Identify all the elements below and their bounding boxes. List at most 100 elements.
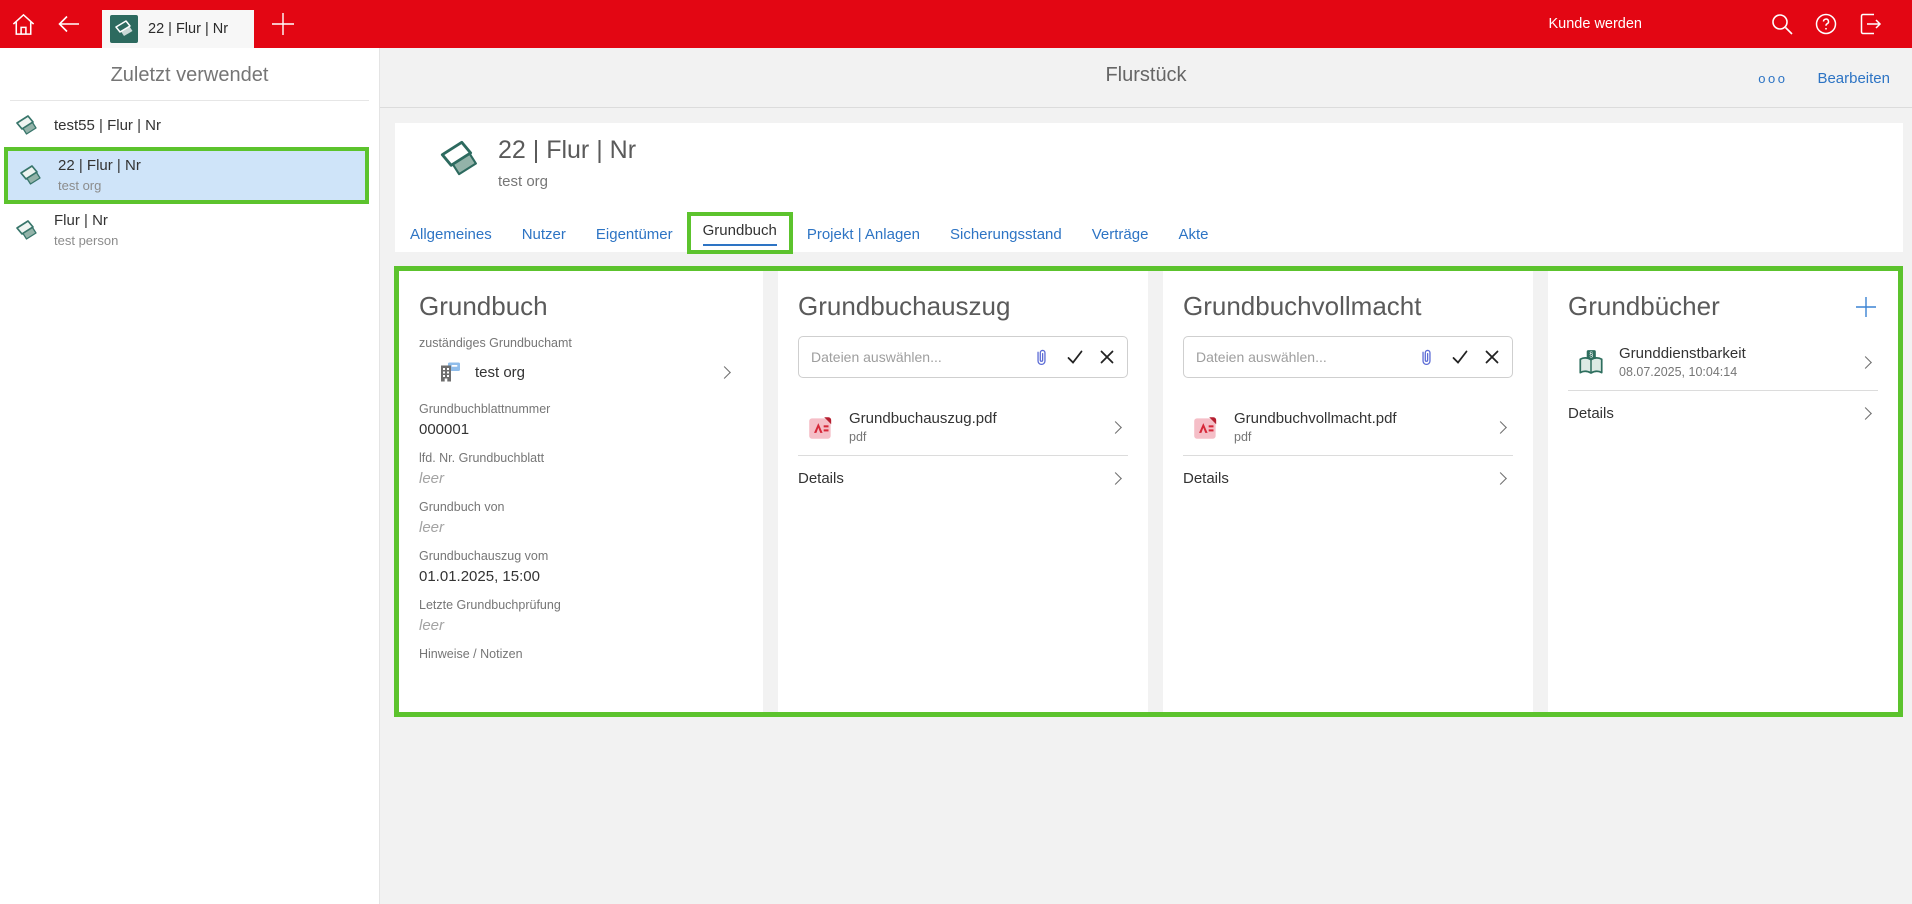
grunddienstbarkeit-row[interactable]: § Grunddienstbarkeit 08.07.2025, 10:04:1…: [1568, 337, 1878, 390]
tab-nutzer[interactable]: Nutzer: [522, 226, 566, 243]
grundbuchvollmacht-panel: Grundbuchvollmacht Dateien auswählen... …: [1163, 271, 1533, 712]
page-title: Flurstück: [1105, 64, 1187, 86]
grundbuch-panel-title: Grundbuch: [419, 291, 548, 321]
tab-akte[interactable]: Akte: [1178, 226, 1208, 243]
chevron-right-icon: [1859, 356, 1872, 369]
edit-button[interactable]: Bearbeiten: [1817, 70, 1890, 87]
grundbuecher-details-link[interactable]: Details: [1568, 391, 1878, 434]
organisation-icon: [441, 362, 460, 382]
check-icon: [1067, 350, 1083, 364]
field-grundbuchauszug-vom: Grundbuchauszug vom 01.01.2025, 15:00: [419, 549, 743, 585]
field-grundbuchblattnummer: Grundbuchblattnummer 000001: [419, 402, 743, 438]
help-button[interactable]: [1804, 0, 1848, 48]
annotation-box-grundbuch-tab-content: Grundbuch zuständiges Grundbuchamt test …: [394, 266, 1903, 717]
tab-vertraege[interactable]: Verträge: [1092, 226, 1149, 243]
grundbuchvollmacht-details-link[interactable]: Details: [1183, 456, 1513, 499]
logout-button[interactable]: [1848, 0, 1892, 48]
chevron-right-icon: [718, 365, 731, 379]
open-record-tab[interactable]: 22 | Flur | Nr: [102, 10, 255, 48]
record-subtitle: test org: [498, 172, 549, 190]
clear-icon: [1100, 350, 1114, 364]
file-select-input[interactable]: [811, 349, 1017, 365]
grundbuch-book-icon: §: [1579, 349, 1603, 374]
grundbuch-item-timestamp: 08.07.2025, 10:04:14: [1619, 365, 1738, 379]
chevron-right-icon: [1494, 472, 1507, 485]
record-tabs: Allgemeines Nutzer Eigentümer Grundbuch …: [410, 212, 1208, 254]
field-label: Letzte Grundbuchprüfung: [419, 598, 561, 612]
tab-label: 22 | Flur | Nr: [148, 21, 229, 37]
sidebar-item-label: test55 | Flur | Nr: [54, 116, 161, 134]
tab-projekt-anlagen[interactable]: Projekt | Anlagen: [807, 226, 920, 243]
search-button[interactable]: [1760, 0, 1804, 48]
chevron-right-icon: [1859, 407, 1872, 420]
chevron-right-icon: [1109, 421, 1122, 434]
back-icon: [58, 15, 79, 33]
field-label: lfd. Nr. Grundbuchblatt: [419, 451, 545, 465]
sidebar-item-flur-nr[interactable]: Flur | Nr test person: [0, 204, 379, 257]
page-header: Flurstück ooo Bearbeiten: [380, 48, 1912, 108]
logout-icon: [1860, 13, 1882, 35]
file-name: Grundbuchauszug.pdf: [849, 410, 997, 427]
more-options-icon[interactable]: ooo: [1758, 71, 1787, 86]
attach-file-button[interactable]: [1417, 348, 1436, 367]
sidebar-item-22-flur-nr[interactable]: 22 | Flur | Nr test org: [4, 147, 369, 204]
tab-grundbuch[interactable]: Grundbuch: [686, 212, 793, 254]
tab-sicherungsstand[interactable]: Sicherungsstand: [950, 226, 1062, 243]
grundbuchvollmacht-file-row[interactable]: Grundbuchvollmacht.pdf pdf: [1183, 402, 1513, 455]
sidebar-item-label: 22 | Flur | Nr: [58, 157, 141, 174]
field-label: Grundbuchblattnummer: [419, 402, 551, 416]
grundbuchvollmacht-file-input: [1183, 336, 1513, 378]
clear-upload-button[interactable]: [1099, 349, 1115, 365]
field-lfd-nr-grundbuchblatt: lfd. Nr. Grundbuchblatt leer: [419, 451, 743, 487]
kunde-werden-link[interactable]: Kunde werden: [1548, 16, 1642, 32]
new-tab-button[interactable]: [260, 0, 306, 48]
header-actions: ooo Bearbeiten: [1758, 48, 1890, 108]
tab-eigentuemer[interactable]: Eigentümer: [596, 226, 673, 243]
clear-icon: [1485, 350, 1499, 364]
grundbuecher-panel-title: Grundbücher: [1568, 291, 1720, 321]
grundbuch-row-text: Grunddienstbarkeit 08.07.2025, 10:04:14: [1619, 345, 1746, 380]
confirm-upload-button[interactable]: [1451, 348, 1469, 366]
field-label: zuständiges Grundbuchamt: [419, 336, 572, 350]
tab-allgemeines[interactable]: Allgemeines: [410, 226, 492, 243]
field-value: leer: [419, 617, 445, 634]
add-grundbuch-button[interactable]: [1854, 295, 1878, 323]
home-button[interactable]: [0, 0, 46, 48]
paperclip-icon: [1422, 349, 1431, 365]
file-select-input[interactable]: [1196, 349, 1402, 365]
pdf-file-icon: [809, 416, 832, 439]
field-value: 01.01.2025, 15:00: [419, 568, 540, 585]
grundbuch-item-label: Grunddienstbarkeit: [1619, 345, 1746, 362]
sidebar-divider: [10, 100, 369, 101]
back-button[interactable]: [46, 0, 92, 48]
clear-upload-button[interactable]: [1484, 349, 1500, 365]
attach-file-button[interactable]: [1032, 348, 1051, 367]
search-icon: [1772, 14, 1793, 35]
grundbuchamt-value: test org: [475, 363, 526, 381]
field-grundbuchamt: zuständiges Grundbuchamt test org: [419, 336, 743, 389]
flurstueck-tab-icon: [110, 15, 138, 43]
grundbuchamt-link[interactable]: test org: [419, 355, 743, 389]
grundbuchauszug-details-link[interactable]: Details: [798, 456, 1128, 499]
sidebar-item-sublabel: test person: [54, 232, 119, 248]
main-area: Flurstück ooo Bearbeiten 22 | Flur | Nr …: [380, 48, 1912, 904]
sidebar-item-text: test55 | Flur | Nr: [54, 117, 161, 136]
grundbuchvollmacht-panel-title: Grundbuchvollmacht: [1183, 291, 1422, 321]
confirm-upload-button[interactable]: [1066, 348, 1084, 366]
grundbuchauszug-panel-title: Grundbuchauszug: [798, 291, 1011, 321]
grundbuchauszug-file-row[interactable]: Grundbuchauszug.pdf pdf: [798, 402, 1128, 455]
parcel-icon: [440, 140, 477, 176]
sidebar-item-sublabel: test org: [58, 177, 102, 193]
details-label: Details: [1568, 405, 1614, 422]
chevron-right-icon: [1109, 472, 1122, 485]
sidebar-item-test55-flur-nr[interactable]: test55 | Flur | Nr: [0, 105, 379, 147]
file-type: pdf: [849, 430, 867, 444]
help-icon: [1815, 13, 1837, 35]
field-letzte-grundbuchpruefung: Letzte Grundbuchprüfung leer: [419, 598, 743, 634]
record-panel: 22 | Flur | Nr test org Allgemeines Nutz…: [395, 123, 1903, 254]
file-row-text: Grundbuchauszug.pdf pdf: [849, 410, 997, 445]
sidebar-item-label: Flur | Nr: [54, 212, 108, 229]
file-row-text: Grundbuchvollmacht.pdf pdf: [1234, 410, 1397, 445]
grundbuchauszug-file-input: [798, 336, 1128, 378]
add-icon: [1856, 297, 1876, 317]
